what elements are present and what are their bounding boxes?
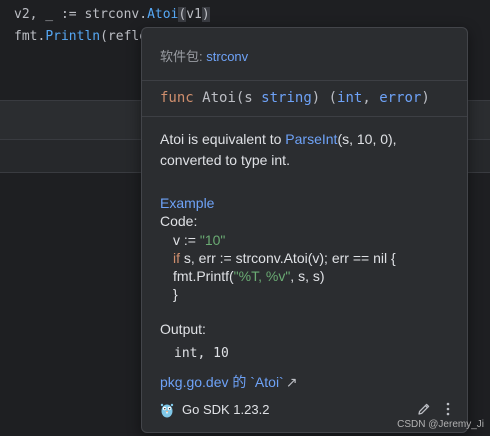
parseint-link[interactable]: ParseInt bbox=[285, 131, 337, 147]
more-vertical-icon[interactable] bbox=[442, 401, 454, 417]
external-docs-link[interactable]: pkg.go.dev 的 `Atoi` ↗ bbox=[160, 373, 297, 391]
example-code-line: } bbox=[173, 286, 178, 302]
example-link[interactable]: Example bbox=[160, 194, 214, 212]
example-code-line: fmt.Printf("%T, %v", s, s) bbox=[173, 268, 325, 284]
atoi-call[interactable]: Atoi bbox=[147, 7, 178, 22]
code-line-1[interactable]: v2, _ := strconv.Atoi(v1) bbox=[14, 5, 210, 25]
popup-footer: Go SDK 1.23.2 bbox=[160, 401, 460, 419]
output-value: int, 10 bbox=[174, 346, 229, 361]
code-line-2[interactable]: fmt.Println(reflec bbox=[14, 27, 155, 47]
function-description: Atoi is equivalent to ParseInt(s, 10, 0)… bbox=[160, 131, 397, 168]
package-label: 软件包: bbox=[160, 49, 203, 64]
return-type-link[interactable]: error bbox=[379, 90, 421, 106]
example-code-line: if s, err := strconv.Atoi(v); err == nil… bbox=[173, 250, 396, 266]
sdk-version-label: Go SDK 1.23.2 bbox=[182, 402, 270, 417]
function-signature: func Atoi(s string) (int, error) bbox=[160, 90, 430, 106]
return-type-link[interactable]: int bbox=[337, 90, 362, 106]
divider bbox=[142, 80, 467, 81]
example-code-line: v := "10" bbox=[173, 232, 226, 248]
watermark: CSDN @Jeremy_Ji bbox=[397, 419, 484, 430]
output-label: Output: bbox=[160, 321, 206, 337]
external-link-icon: ↗ bbox=[285, 374, 298, 390]
package-header: 软件包: strconv bbox=[160, 46, 248, 65]
pencil-icon[interactable] bbox=[416, 401, 432, 417]
documentation-popup[interactable]: 软件包: strconv func Atoi(s string) (int, e… bbox=[141, 27, 468, 433]
package-link[interactable]: strconv bbox=[206, 49, 248, 64]
param-type-link[interactable]: string bbox=[261, 90, 312, 106]
go-gopher-icon bbox=[160, 403, 174, 418]
code-label: Code: bbox=[160, 213, 198, 229]
divider bbox=[142, 116, 467, 117]
